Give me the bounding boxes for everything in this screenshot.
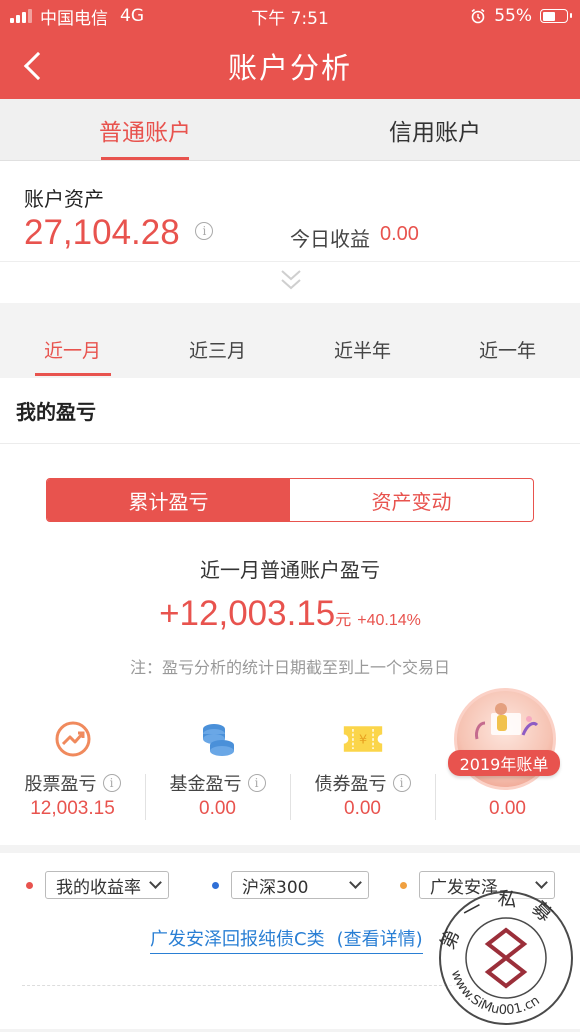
- info-icon[interactable]: i: [195, 221, 214, 240]
- index-dropdown[interactable]: 沪深300: [231, 871, 369, 899]
- pl-unit: 元: [335, 610, 352, 629]
- category-label: 债券盈亏: [314, 774, 387, 795]
- category-bond[interactable]: ¥ 债券盈亏 i 0.00: [290, 706, 435, 821]
- category-stock[interactable]: 股票盈亏 i 12,003.15: [0, 706, 145, 821]
- chevron-down-icon: [349, 876, 362, 889]
- pl-amount: +12,003.15元 +40.14%: [0, 594, 580, 634]
- section-title: 我的盈亏: [0, 378, 580, 444]
- pl-note: 注：盈亏分析的统计日期截至到上一个交易日: [129, 658, 450, 677]
- tab-three-months[interactable]: 近三月: [145, 321, 290, 378]
- tab-credit-account[interactable]: 信用账户: [290, 99, 580, 160]
- header: 中国电信 4G 下午 7:51 55% 账户分析: [0, 0, 580, 99]
- compare-item-index: 沪深300: [212, 871, 369, 899]
- watermark-logo: 第一私募 www.SiMu001.cn: [437, 887, 573, 1025]
- chart-gridline: [22, 985, 462, 986]
- info-icon[interactable]: i: [392, 774, 411, 792]
- expand-chevron-icon[interactable]: [280, 265, 302, 295]
- category-value: 0.00: [489, 798, 526, 819]
- series-dot: [26, 881, 33, 889]
- asset-label: 账户资产: [24, 187, 104, 211]
- today-earnings: 今日收益 0.00: [290, 223, 419, 252]
- my-return-dropdown[interactable]: 我的收益率: [45, 871, 169, 899]
- asset-value-number: 27,104.28: [24, 213, 180, 252]
- tab-one-year[interactable]: 近一年: [435, 321, 580, 378]
- pl-amount-number: +12,003.15: [159, 594, 336, 633]
- battery-percent: 55%: [494, 6, 532, 26]
- category-value: 0.00: [344, 798, 381, 819]
- pl-caption: 近一月普通账户盈亏: [200, 558, 380, 582]
- category-label: 基金盈亏: [169, 774, 242, 795]
- series-dot: [400, 881, 407, 889]
- today-value: 0.00: [380, 223, 419, 245]
- divider: [0, 261, 580, 262]
- navbar: 账户分析: [0, 32, 580, 99]
- pl-segment-control: 累计盈亏 资产变动: [46, 478, 534, 522]
- trend-up-icon: [52, 718, 94, 760]
- series-dot: [212, 881, 219, 889]
- period-tabs: 近一月 近三月 近半年 近一年: [0, 321, 580, 378]
- today-label: 今日收益: [290, 227, 370, 251]
- category-value: 0.00: [199, 798, 236, 819]
- chevron-down-icon: [149, 876, 162, 889]
- annual-bill-badge[interactable]: 2019年账单: [448, 688, 560, 796]
- tab-half-year[interactable]: 近半年: [290, 321, 435, 378]
- back-arrow-icon[interactable]: [23, 51, 53, 80]
- dropdown-label: 我的收益率: [56, 877, 141, 898]
- carrier-name: 中国电信: [40, 8, 108, 29]
- category-fund[interactable]: 基金盈亏 i 0.00: [145, 706, 290, 821]
- pl-percent: +40.14%: [357, 612, 421, 629]
- page-title: 账户分析: [227, 50, 352, 85]
- asset-card: 账户资产 27,104.28 i 今日收益 0.00: [0, 161, 580, 303]
- svg-text:¥: ¥: [358, 733, 366, 748]
- tab-one-month[interactable]: 近一月: [0, 321, 145, 378]
- segment-cumulative[interactable]: 累计盈亏: [47, 479, 290, 521]
- asset-value: 27,104.28 i: [24, 213, 214, 253]
- fund-name: 广发安泽回报纯债C类: [150, 929, 325, 950]
- tab-normal-account[interactable]: 普通账户: [0, 99, 290, 160]
- category-value: 12,003.15: [30, 798, 115, 819]
- segment-asset-change[interactable]: 资产变动: [290, 479, 533, 521]
- account-tabs: 普通账户 信用账户: [0, 99, 580, 161]
- fund-detail-link[interactable]: 广发安泽回报纯债C类 (查看详情): [150, 925, 423, 954]
- info-icon[interactable]: i: [247, 774, 266, 792]
- category-label: 股票盈亏: [24, 774, 97, 795]
- ticket-icon: ¥: [342, 718, 384, 760]
- dropdown-label: 沪深300: [242, 877, 309, 898]
- info-icon[interactable]: i: [102, 774, 121, 792]
- compare-item-mine: 我的收益率: [26, 871, 169, 899]
- view-detail-link[interactable]: (查看详情): [337, 929, 423, 950]
- signal-icon: [10, 9, 32, 23]
- badge-label: 2019年账单: [448, 750, 560, 776]
- alarm-icon: [471, 8, 485, 24]
- coins-icon: [197, 718, 239, 760]
- status-bar: 中国电信 4G 下午 7:51 55%: [0, 0, 580, 32]
- battery-icon: [540, 9, 572, 23]
- network-type: 4G: [120, 6, 144, 26]
